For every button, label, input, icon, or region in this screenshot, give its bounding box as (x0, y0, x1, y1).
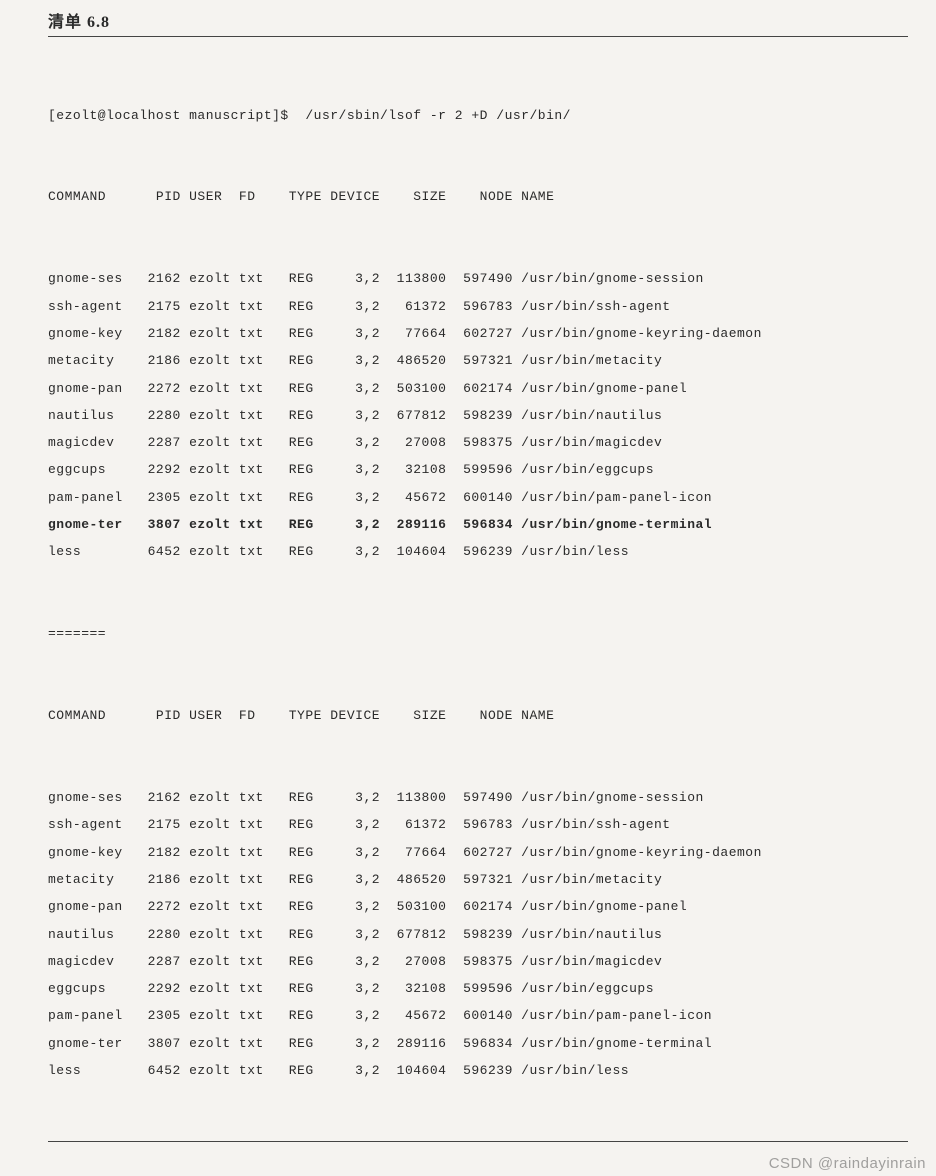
page: 清单 6.8 [ezolt@localhost manuscript]$ /us… (0, 0, 936, 1176)
table-row: ssh-agent 2175 ezolt txt REG 3,2 61372 5… (48, 811, 912, 838)
table-row: ssh-agent 2175 ezolt txt REG 3,2 61372 5… (48, 293, 912, 320)
table-row: nautilus 2280 ezolt txt REG 3,2 677812 5… (48, 921, 912, 948)
listing-title: 清单 6.8 (48, 8, 912, 32)
table-row: eggcups 2292 ezolt txt REG 3,2 32108 599… (48, 975, 912, 1002)
table-row: gnome-key 2182 ezolt txt REG 3,2 77664 6… (48, 839, 912, 866)
table-row: gnome-pan 2272 ezolt txt REG 3,2 503100 … (48, 893, 912, 920)
horizontal-rule (48, 36, 908, 37)
table-row: magicdev 2287 ezolt txt REG 3,2 27008 59… (48, 948, 912, 975)
table-row: metacity 2186 ezolt txt REG 3,2 486520 5… (48, 866, 912, 893)
shell-prompt: [ezolt@localhost manuscript]$ /usr/sbin/… (48, 102, 912, 129)
table-row: pam-panel 2305 ezolt txt REG 3,2 45672 6… (48, 1002, 912, 1029)
table-row: pam-panel 2305 ezolt txt REG 3,2 45672 6… (48, 484, 912, 511)
table-row: gnome-ses 2162 ezolt txt REG 3,2 113800 … (48, 784, 912, 811)
table-row: magicdev 2287 ezolt txt REG 3,2 27008 59… (48, 429, 912, 456)
horizontal-rule (48, 1141, 908, 1142)
table-row: gnome-ter 3807 ezolt txt REG 3,2 289116 … (48, 511, 912, 538)
table-row: gnome-key 2182 ezolt txt REG 3,2 77664 6… (48, 320, 912, 347)
table-header: COMMAND PID USER FD TYPE DEVICE SIZE NOD… (48, 702, 912, 729)
table-header: COMMAND PID USER FD TYPE DEVICE SIZE NOD… (48, 183, 912, 210)
table-row: gnome-pan 2272 ezolt txt REG 3,2 503100 … (48, 375, 912, 402)
table-row: less 6452 ezolt txt REG 3,2 104604 59623… (48, 538, 912, 565)
table-row: eggcups 2292 ezolt txt REG 3,2 32108 599… (48, 456, 912, 483)
table-row: less 6452 ezolt txt REG 3,2 104604 59623… (48, 1057, 912, 1084)
table-row: gnome-ses 2162 ezolt txt REG 3,2 113800 … (48, 265, 912, 292)
block-separator: ======= (48, 620, 912, 647)
watermark-text: CSDN @raindayinrain (769, 1155, 926, 1172)
terminal-output: [ezolt@localhost manuscript]$ /usr/sbin/… (48, 47, 912, 1139)
table-row: nautilus 2280 ezolt txt REG 3,2 677812 5… (48, 402, 912, 429)
table-row: metacity 2186 ezolt txt REG 3,2 486520 5… (48, 347, 912, 374)
table-row: gnome-ter 3807 ezolt txt REG 3,2 289116 … (48, 1030, 912, 1057)
